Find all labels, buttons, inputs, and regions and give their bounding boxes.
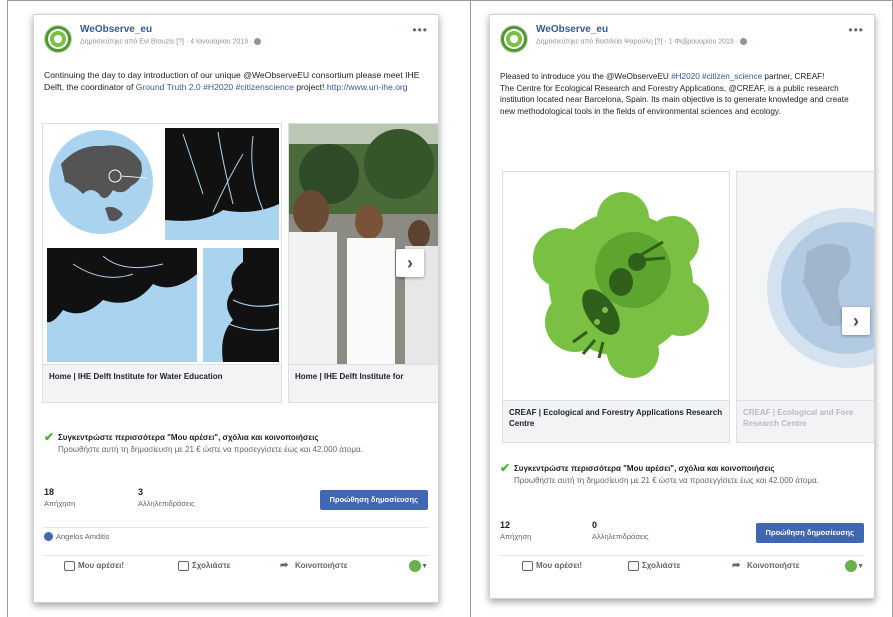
post-text: Pleased to introduce you the @WeObserveE…: [500, 72, 849, 116]
like-icon: [522, 561, 533, 571]
more-dots-icon[interactable]: •••: [848, 23, 864, 37]
link-carousel: Home | IHE Delft Institute for Water Edu…: [34, 123, 438, 408]
table-border-left: [7, 0, 8, 617]
engagement-stat[interactable]: 3 Αλληλεπιδράσεις: [138, 487, 195, 508]
share-icon: [280, 561, 292, 571]
post-header: WeObserve_eu Δημοσιεύτηκε από Evi Brouzi…: [44, 23, 428, 53]
url-link[interactable]: http://www.un-ihe.org: [327, 82, 408, 92]
boost-prompt: ✔ Συγκεντρώστε περισσότερα "Μου αρέσει",…: [500, 461, 864, 499]
globe-icon: [740, 38, 748, 45]
page-name-link[interactable]: WeObserve_eu: [536, 24, 608, 35]
post-meta: Δημοσιεύτηκε από Evi Brouzis [?] · 4 Ιαν…: [80, 38, 262, 45]
table-divider: [470, 0, 471, 617]
check-icon: ✔: [500, 461, 511, 475]
engagement-stat[interactable]: 0 Αλληλεπιδράσεις: [592, 520, 649, 541]
next-arrow-icon[interactable]: ›: [842, 307, 870, 335]
more-dots-icon[interactable]: •••: [412, 23, 428, 37]
maps-collage-image: [43, 124, 281, 366]
post-stats: 18 Απήχηση 3 Αλληλεπιδράσεις Προώθηση δη…: [44, 487, 428, 515]
boost-post-button[interactable]: Προώθηση δημοσίευσης: [755, 523, 864, 543]
reaction-icon: [409, 560, 422, 572]
share-icon: [732, 561, 744, 571]
link-carousel: CREAF | Ecological and Forestry Applicat…: [490, 171, 874, 451]
reactions-row[interactable]: Angelos Amditis: [44, 527, 428, 542]
post-header: WeObserve_eu Δημοσιεύτηκε από Βασιλεία Ψ…: [500, 23, 864, 53]
post-text: Continuing the day to day introduction o…: [44, 70, 420, 92]
comment-button[interactable]: Σχολιάστε: [628, 561, 680, 571]
creaf-logo-image: [503, 172, 729, 402]
reaction-profile-switch[interactable]: ▼: [845, 560, 864, 572]
post-meta: Δημοσιεύτηκε από Βασιλεία Ψαρούλη [?] · …: [536, 38, 748, 45]
boost-prompt: ✔ Συγκεντρώστε περισσότερα "Μου αρέσει",…: [44, 430, 428, 468]
globe-image: [737, 172, 874, 402]
right-post-card: WeObserve_eu Δημοσιεύτηκε από Βασιλεία Ψ…: [489, 14, 875, 599]
like-button[interactable]: Μου αρέσει!: [522, 561, 582, 571]
reach-stat[interactable]: 18 Απήχηση: [44, 487, 75, 508]
page-avatar[interactable]: [44, 25, 72, 53]
comment-icon: [178, 561, 189, 571]
reaction-icon: [845, 560, 858, 572]
slide-caption: Home | IHE Delft Institute for: [289, 364, 438, 402]
comment-icon: [628, 561, 639, 571]
like-button[interactable]: Μου αρέσει!: [64, 561, 124, 571]
carousel-slide-1[interactable]: CREAF | Ecological and Forestry Applicat…: [502, 171, 730, 443]
check-icon: ✔: [44, 430, 55, 444]
table-border-top: [7, 0, 893, 1]
share-button[interactable]: Κοινοποιήστε: [280, 561, 348, 571]
post-actions: Μου αρέσει! Σχολιάστε Κοινοποιήστε ▼: [500, 555, 864, 577]
like-reaction-icon: [44, 532, 53, 542]
carousel-slide-1[interactable]: Home | IHE Delft Institute for Water Edu…: [42, 123, 282, 403]
page-name-link[interactable]: WeObserve_eu: [80, 24, 152, 35]
post-actions: Μου αρέσει! Σχολιάστε Κοινοποιήστε ▼: [44, 555, 428, 577]
hashtags-link[interactable]: #H2020 #citizenscience: [203, 82, 294, 92]
post-stats: 12 Απήχηση 0 Αλληλεπιδράσεις Προώθηση δη…: [500, 520, 864, 548]
chevron-down-icon: ▼: [857, 562, 864, 570]
next-arrow-icon[interactable]: ›: [396, 249, 424, 277]
share-button[interactable]: Κοινοποιήστε: [732, 561, 800, 571]
like-icon: [64, 561, 75, 571]
boost-description: Προωθήστε αυτή τη δημοσίευση με 21 € ώστ…: [514, 476, 819, 485]
reaction-profile-switch[interactable]: ▼: [409, 560, 428, 572]
boost-title: Συγκεντρώστε περισσότερα "Μου αρέσει", σ…: [58, 433, 319, 442]
liked-by: Angelos Amditis: [56, 532, 110, 542]
people-photo: [289, 124, 438, 366]
page-avatar[interactable]: [500, 25, 528, 53]
slide-caption: Home | IHE Delft Institute for Water Edu…: [43, 364, 281, 402]
ground-truth-link[interactable]: Ground Truth 2.0: [136, 82, 201, 92]
left-post-card: WeObserve_eu Δημοσιεύτηκε από Evi Brouzi…: [33, 14, 439, 603]
slide-caption: CREAF | Ecological and Forestry Applicat…: [503, 400, 729, 442]
slide-caption: CREAF | Ecological and Fore Research Cen…: [737, 400, 874, 442]
boost-title: Συγκεντρώστε περισσότερα "Μου αρέσει", σ…: [514, 464, 775, 473]
boost-description: Προωθήστε αυτή τη δημοσίευση με 21 € ώστ…: [58, 445, 363, 454]
boost-post-button[interactable]: Προώθηση δημοσίευσης: [319, 490, 428, 510]
hashtags-link[interactable]: #H2020 #citizen_science: [671, 72, 762, 81]
comment-button[interactable]: Σχολιάστε: [178, 561, 230, 571]
reach-stat[interactable]: 12 Απήχηση: [500, 520, 531, 541]
globe-icon: [254, 38, 262, 45]
chevron-down-icon: ▼: [421, 562, 428, 570]
